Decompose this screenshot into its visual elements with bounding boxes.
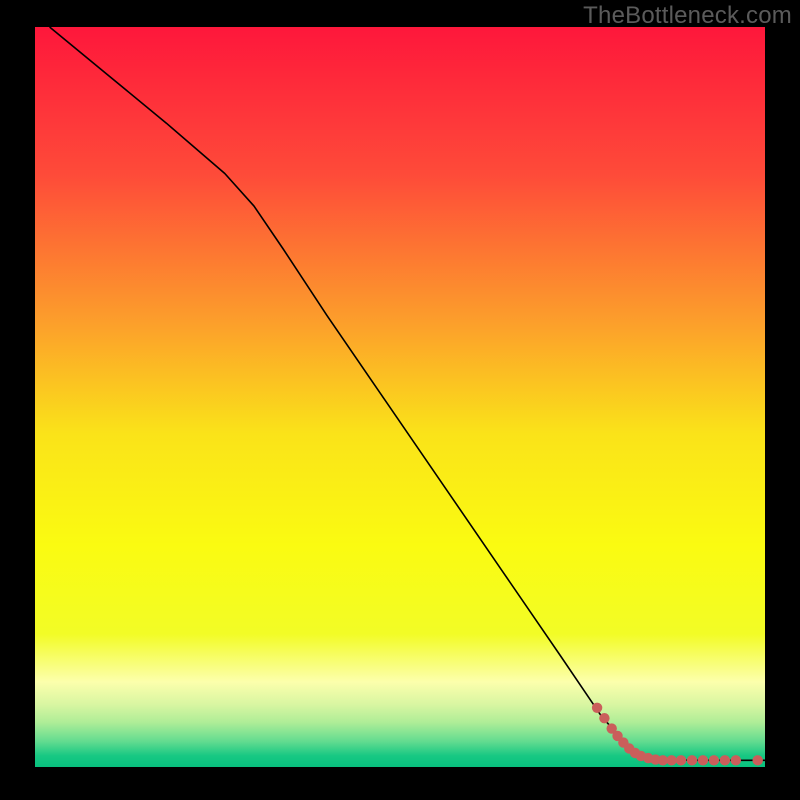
data-point	[698, 755, 708, 765]
data-point	[599, 713, 609, 723]
chart-background	[35, 27, 765, 767]
data-point	[753, 755, 763, 765]
chart-svg	[35, 27, 765, 767]
data-point	[709, 755, 719, 765]
data-point	[666, 755, 676, 765]
data-point	[592, 703, 602, 713]
plot-area	[35, 27, 765, 767]
watermark-text: TheBottleneck.com	[583, 2, 792, 30]
data-point	[720, 755, 730, 765]
data-point	[731, 755, 741, 765]
data-point	[676, 755, 686, 765]
data-point	[687, 755, 697, 765]
chart-frame: TheBottleneck.com	[0, 0, 800, 800]
